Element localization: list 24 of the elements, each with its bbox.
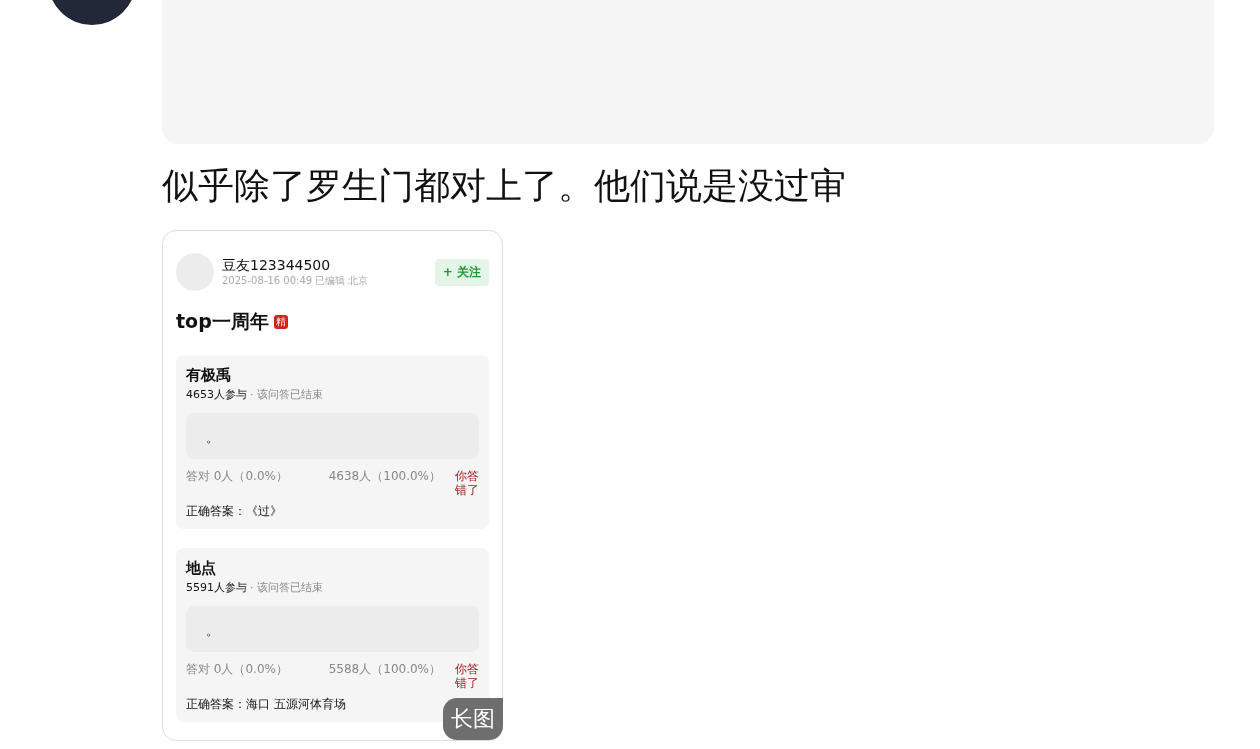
quiz-status: · 该问答已结束: [250, 388, 323, 401]
result-label: 你答错了: [455, 469, 479, 497]
author-name: 豆友123344500: [222, 256, 332, 274]
correct-count: 答对 0人（0.0%）: [186, 662, 289, 678]
answer-option[interactable]: 。: [186, 606, 479, 652]
correct-answer: 海口 五源河体育场: [246, 697, 346, 711]
wrong-count: 5588人（100.0%）: [328, 662, 441, 678]
post-text: 似乎除了罗生门都对上了。他们说是没过审: [162, 164, 847, 208]
post-title: top一周年: [176, 309, 269, 334]
answer-label: 正确答案：: [186, 697, 246, 711]
quiz-status: · 该问答已结束: [250, 581, 323, 594]
answer-label: 正确答案：: [186, 504, 246, 518]
quiz-title: 有极禹: [186, 365, 232, 385]
answer-option[interactable]: 。: [186, 413, 479, 459]
wrong-count: 4638人（100.0%）: [328, 469, 441, 485]
correct-count: 答对 0人（0.0%）: [186, 469, 289, 485]
quiz-title: 地点: [186, 558, 217, 578]
long-image-badge: 长图: [443, 698, 503, 740]
post-meta: 2025-08-16 00:49 已编辑 北京: [222, 274, 370, 288]
result-label: 你答错了: [455, 662, 479, 690]
featured-badge: 精: [273, 315, 288, 329]
participant-count: 4653人参与: [186, 388, 247, 401]
participant-count: 5591人参与: [186, 581, 247, 594]
correct-answer: 《过》: [246, 504, 282, 518]
